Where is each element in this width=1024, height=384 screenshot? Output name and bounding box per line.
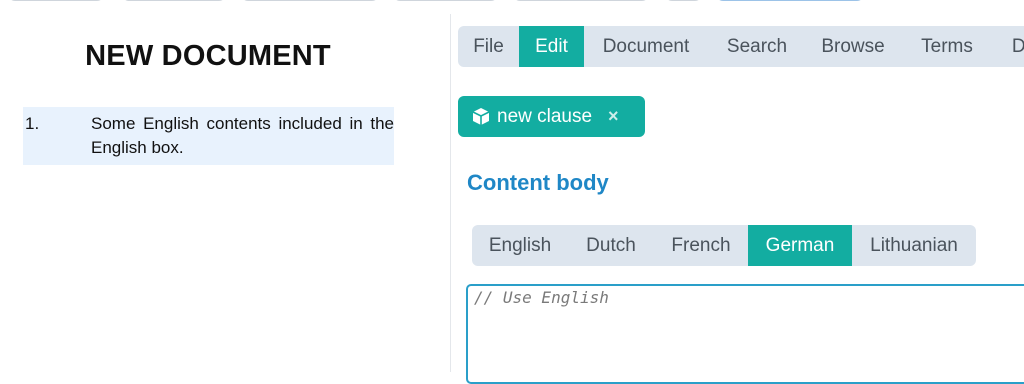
tag-label: new clause: [497, 106, 593, 127]
clause-text: Some English contents included in the En…: [91, 114, 394, 157]
menu-item-edit[interactable]: Edit: [519, 26, 584, 67]
clause-tag[interactable]: new clause ×: [458, 96, 645, 137]
tab-lithuanian[interactable]: Lithuanian: [852, 225, 976, 266]
top-tab[interactable]: [513, 0, 649, 1]
tab-dutch[interactable]: Dutch: [568, 225, 654, 266]
document-clause[interactable]: 1. Some English contents included in the…: [23, 107, 394, 165]
content-editor[interactable]: [466, 284, 1024, 384]
menu-item-search[interactable]: Search: [708, 26, 806, 67]
remove-tag-icon[interactable]: ×: [608, 96, 619, 137]
clause-number: 1.: [25, 114, 40, 133]
top-tab[interactable]: [716, 0, 864, 1]
top-tab[interactable]: [665, 0, 702, 1]
menu-item-terms[interactable]: Terms: [900, 26, 994, 67]
tab-german[interactable]: German: [748, 225, 852, 266]
menu-item-data[interactable]: Da: [994, 26, 1024, 67]
cube-icon: [472, 108, 490, 125]
menu-item-browse[interactable]: Browse: [806, 26, 900, 67]
panel-divider: [450, 14, 451, 372]
document-title: NEW DOCUMENT: [85, 40, 331, 72]
menu-bar: File Edit Document Search Browse Terms D…: [458, 26, 1024, 67]
language-tabs: English Dutch French German Lithuanian: [472, 225, 976, 266]
content-body-input[interactable]: [474, 288, 1014, 368]
tab-french[interactable]: French: [654, 225, 748, 266]
content-body-heading: Content body: [467, 170, 609, 195]
menu-item-file[interactable]: File: [458, 26, 519, 67]
menu-item-document[interactable]: Document: [584, 26, 708, 67]
tab-english[interactable]: English: [472, 225, 568, 266]
document-preview: NEW DOCUMENT 1. Some English contents in…: [0, 0, 450, 372]
